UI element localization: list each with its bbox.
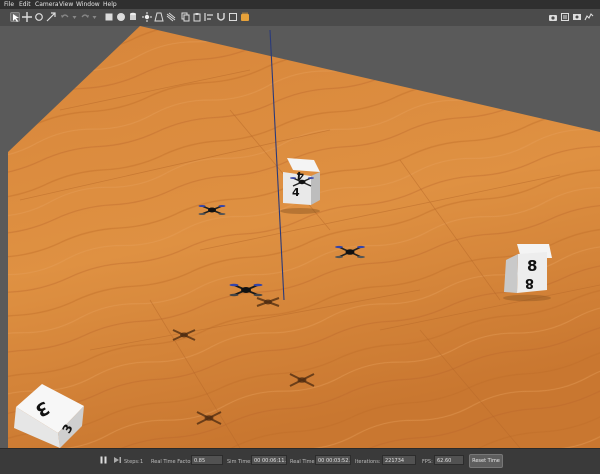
- translate-icon[interactable]: [22, 12, 32, 22]
- status-bar: Steps: 1 Real Time Factor: 0.85 Sim Time…: [0, 448, 600, 474]
- menu-help[interactable]: Help: [103, 0, 117, 9]
- log-icon[interactable]: [560, 12, 570, 22]
- steps-label: Steps:: [124, 459, 140, 465]
- screenshot-icon[interactable]: [548, 12, 558, 22]
- align-icon[interactable]: [204, 12, 214, 22]
- sim-time-value: 00 00:06:11.133: [251, 455, 287, 465]
- box-icon[interactable]: [104, 12, 114, 22]
- reset-time-button[interactable]: Reset Time: [469, 454, 503, 468]
- step-button[interactable]: [113, 455, 122, 465]
- scene-render: 4 4 8 8 3 3: [0, 26, 600, 448]
- fps-value: 62.60: [434, 455, 464, 465]
- box-8-label: 8: [527, 257, 537, 275]
- box-8-side-label: 8: [525, 275, 534, 290]
- fps-label: FPS:: [422, 459, 433, 465]
- toolbar: [0, 9, 600, 27]
- directional-light-icon[interactable]: [166, 12, 176, 22]
- menu-edit[interactable]: Edit: [19, 0, 31, 9]
- select-arrow-icon[interactable]: [10, 12, 20, 22]
- undo-dropdown-icon[interactable]: [70, 12, 77, 22]
- sim-time-label: Sim Time:: [227, 459, 252, 465]
- snap-icon[interactable]: [216, 12, 226, 22]
- menu-camera[interactable]: Camera: [35, 0, 59, 9]
- point-light-icon[interactable]: [142, 12, 152, 22]
- cylinder-icon[interactable]: [128, 12, 138, 22]
- spot-light-icon[interactable]: [154, 12, 164, 22]
- rotate-icon[interactable]: [34, 12, 44, 22]
- box-4-label: 4: [292, 186, 300, 199]
- menu-view[interactable]: View: [59, 0, 73, 9]
- plot-icon[interactable]: [584, 12, 594, 22]
- real-time-label: Real Time:: [290, 459, 317, 465]
- left-edge: [0, 150, 8, 448]
- copy-icon[interactable]: [180, 12, 190, 22]
- pause-button[interactable]: [99, 455, 108, 465]
- menu-bar: File Edit Camera View Window Help: [0, 0, 600, 9]
- paste-icon[interactable]: [192, 12, 202, 22]
- real-time-factor-value: 0.85: [191, 455, 223, 465]
- steps-value[interactable]: 1: [140, 459, 143, 465]
- view-angle-icon[interactable]: [228, 12, 238, 22]
- real-time-factor-label: Real Time Factor:: [151, 459, 195, 465]
- menu-window[interactable]: Window: [76, 0, 100, 9]
- undo-icon[interactable]: [60, 12, 70, 22]
- menu-file[interactable]: File: [4, 0, 14, 9]
- sphere-icon[interactable]: [116, 12, 126, 22]
- record-icon[interactable]: [572, 12, 582, 22]
- redo-dropdown-icon[interactable]: [90, 12, 97, 22]
- real-time-value: 00 00:03:52.876: [315, 455, 351, 465]
- gazebo-window: File Edit Camera View Window Help 4 4 8 …: [0, 0, 600, 474]
- 3d-viewport[interactable]: 4 4 8 8 3 3: [0, 26, 600, 448]
- orange-tool-icon[interactable]: [240, 12, 250, 22]
- scale-icon[interactable]: [46, 12, 56, 22]
- iterations-value: 221734: [382, 455, 416, 465]
- iterations-label: Iterations:: [355, 459, 381, 465]
- redo-icon[interactable]: [80, 12, 90, 22]
